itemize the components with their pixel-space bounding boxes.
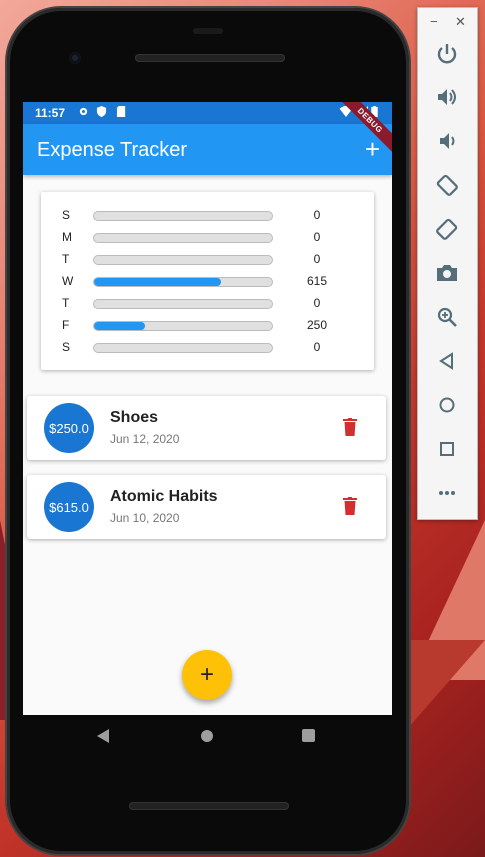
chart-bar-track [93, 299, 273, 309]
chart-bar-track [93, 233, 273, 243]
chart-bar-track [93, 211, 273, 221]
app-title: Expense Tracker [37, 139, 188, 161]
front-camera [69, 52, 81, 64]
top-speaker [135, 54, 285, 62]
home-icon[interactable] [433, 391, 461, 419]
power-icon[interactable] [433, 40, 461, 68]
chart-amount-label: 0 [313, 252, 321, 266]
weekly-chart-card: S 0 M 0 T 0 W 615 T 0 F 250 S 0 [41, 192, 374, 370]
volume-up-icon[interactable] [433, 83, 461, 111]
chart-amount-label: 250 [306, 318, 328, 332]
chart-amount-label: 0 [313, 208, 321, 222]
android-nav-bar [23, 715, 392, 759]
settings-icon [79, 107, 88, 116]
add-expense-button[interactable]: + [365, 136, 380, 162]
chart-bar-row: S0 [41, 336, 374, 358]
camera-icon[interactable] [433, 259, 461, 287]
transaction-card: $615.0 Atomic Habits Jun 10, 2020 [27, 475, 386, 539]
chart-day-label: S [62, 208, 71, 222]
chart-amount-label: 0 [313, 340, 321, 354]
chart-amount-label: 615 [306, 274, 328, 288]
transaction-amount-avatar: $250.0 [44, 403, 94, 453]
chart-bar-track [93, 321, 273, 331]
minimize-button[interactable]: − [430, 14, 438, 29]
close-button[interactable]: ✕ [455, 14, 466, 30]
chart-bar-fill [94, 278, 221, 286]
rotate-left-icon[interactable] [433, 171, 461, 199]
transaction-amount-avatar: $615.0 [44, 482, 94, 532]
nav-back-icon[interactable] [97, 729, 109, 743]
nav-home-icon[interactable] [201, 730, 213, 742]
chart-bar-track [93, 277, 273, 287]
app-screen: 11:57 Expense Tracker + DEBUG S 0 M 0 T 0 W 615… [23, 102, 392, 715]
add-transaction-fab[interactable]: + [182, 650, 232, 700]
chart-bar-row: W 615 [41, 270, 374, 292]
emulator-toolbar: − ✕ [417, 7, 478, 520]
chart-bar-track [93, 343, 273, 353]
nav-recents-icon[interactable] [302, 729, 315, 742]
app-bar: Expense Tracker + [23, 124, 392, 175]
volume-down-icon[interactable] [433, 127, 461, 155]
status-time: 11:57 [35, 106, 66, 120]
chart-day-label: T [62, 252, 70, 266]
delete-icon[interactable] [343, 418, 357, 436]
chart-day-label: M [62, 230, 72, 244]
chart-amount-label: 0 [313, 230, 321, 244]
bottom-speaker [129, 802, 289, 810]
earpiece-slot [193, 28, 223, 34]
chart-bar-row: T0 [41, 292, 374, 314]
more-icon[interactable] [433, 479, 461, 507]
transaction-title: Atomic Habits [110, 488, 218, 505]
chart-amount-label: 0 [313, 296, 321, 310]
chart-day-label: S [62, 340, 71, 354]
transaction-card: $250.0 Shoes Jun 12, 2020 [27, 396, 386, 460]
overview-icon[interactable] [433, 435, 461, 463]
transaction-date: Jun 12, 2020 [110, 432, 180, 446]
chart-bar-row: M0 [41, 226, 374, 248]
back-icon[interactable] [433, 347, 461, 375]
chart-bar-row: F 250 [41, 314, 374, 336]
chart-bar-fill [94, 322, 146, 330]
chart-bar-row: T0 [41, 248, 374, 270]
sd-card-icon [116, 106, 126, 117]
delete-icon[interactable] [343, 497, 357, 515]
transaction-date: Jun 10, 2020 [110, 511, 180, 525]
status-bar: 11:57 [23, 102, 392, 124]
chart-bar-track [93, 255, 273, 265]
rotate-right-icon[interactable] [433, 215, 461, 243]
chart-day-label: F [62, 318, 70, 332]
zoom-icon[interactable] [433, 303, 461, 331]
chart-day-label: T [62, 296, 70, 310]
shield-icon [96, 106, 107, 117]
chart-day-label: W [62, 274, 74, 288]
chart-bar-row: S0 [41, 204, 374, 226]
transaction-title: Shoes [110, 409, 159, 426]
